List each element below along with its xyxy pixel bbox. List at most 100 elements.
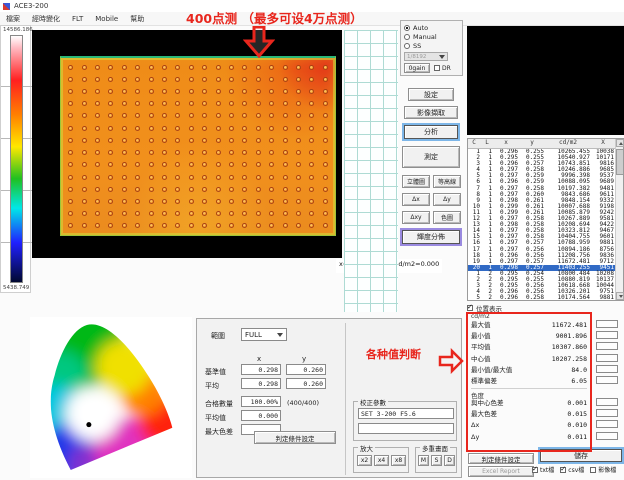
zoom-x4-button[interactable]: x4 xyxy=(374,455,389,466)
measure-point-dot xyxy=(309,150,314,155)
image-file-checkbox[interactable]: 影像檔 xyxy=(590,465,616,474)
delta-xy-button[interactable]: Δxy xyxy=(402,211,430,224)
measure-point-dot xyxy=(135,65,140,70)
settings-button[interactable]: 設定 xyxy=(408,88,454,101)
multi-m-button[interactable]: M xyxy=(418,455,429,466)
measure-point-dot xyxy=(82,113,87,118)
measure-point-dot xyxy=(162,89,167,94)
measure-point-dot xyxy=(242,187,247,192)
measure-button[interactable]: 測定 xyxy=(402,146,460,168)
color-map-button[interactable]: 色圖 xyxy=(433,211,461,224)
measure-point-dot xyxy=(162,175,167,180)
image-capture-button[interactable]: 影像擷取 xyxy=(404,106,458,119)
average-x-field[interactable]: 0.298 xyxy=(241,378,281,389)
average-y-field[interactable]: 0.260 xyxy=(286,378,326,389)
table-cell: 9881 xyxy=(592,295,616,299)
luminance-distribution-button[interactable]: 輝度分佈 xyxy=(402,230,460,244)
scroll-thumb[interactable] xyxy=(616,149,624,175)
txt-file-checkbox[interactable]: txt檔 xyxy=(532,465,554,474)
calibration-value2-field[interactable] xyxy=(358,423,454,434)
position-display-checkbox[interactable]: 位置表示 xyxy=(467,303,502,313)
menu-help[interactable]: 幫助 xyxy=(130,14,144,24)
measure-point-dot xyxy=(82,162,87,167)
dr-checkbox[interactable]: DR xyxy=(434,65,451,72)
multi-s-button[interactable]: S xyxy=(431,455,442,466)
average-diff-field[interactable]: 0.000 xyxy=(241,410,281,421)
menu-file[interactable]: 檔案 xyxy=(6,14,20,24)
annotation-down-arrow xyxy=(243,26,275,58)
table-row[interactable]: 520.2960.25810174.5649881 xyxy=(468,295,623,299)
column-header: C xyxy=(468,139,482,148)
measure-point-dot xyxy=(149,65,154,70)
stat-value: 0.011 xyxy=(567,432,587,443)
measure-point-dot xyxy=(149,113,154,118)
measure-point-dot xyxy=(269,187,274,192)
measure-point-dot xyxy=(269,175,274,180)
excel-report-button[interactable]: Excel Report xyxy=(468,466,534,477)
radio-auto[interactable]: Auto xyxy=(404,23,459,32)
stat-row: 與中心色差0.001 xyxy=(471,398,587,409)
stereo-view-button[interactable]: 立體圖 xyxy=(402,175,430,188)
measure-point-dot xyxy=(162,113,167,118)
measure-point-dot xyxy=(216,211,221,216)
stat-value: 11672.481 xyxy=(552,320,587,331)
range-label: 範圍 xyxy=(211,331,225,341)
measure-point-dot xyxy=(323,211,328,216)
heatmap-viewport[interactable] xyxy=(32,30,342,258)
measure-point-dot xyxy=(216,101,221,106)
menu-mobile[interactable]: Mobile xyxy=(95,15,118,23)
measure-point-dot xyxy=(283,199,288,204)
measure-point-dot xyxy=(135,126,140,131)
measure-point-dot xyxy=(309,138,314,143)
stat-row: 標準偏差6.05 xyxy=(471,376,587,387)
measure-point-dot xyxy=(309,113,314,118)
stat-label: 與中心色差 xyxy=(471,398,504,409)
csv-file-checkbox[interactable]: csv檔 xyxy=(560,465,584,474)
delta-x-button[interactable]: Δx xyxy=(402,193,430,206)
measure-point-dot xyxy=(149,187,154,192)
measure-point-dot xyxy=(256,199,261,204)
pass-percent-field[interactable]: 100.00% xyxy=(241,396,281,407)
scroll-down-icon[interactable] xyxy=(616,292,624,300)
measure-point-dot xyxy=(323,77,328,82)
shutter-select[interactable]: 1/8192 xyxy=(404,52,448,61)
measure-point-dot xyxy=(202,211,207,216)
measure-point-dot xyxy=(149,89,154,94)
radio-manual[interactable]: Manual xyxy=(404,32,459,41)
menu-flt[interactable]: FLT xyxy=(72,15,83,23)
judge-condition-button[interactable]: 判定條件設定 xyxy=(468,453,534,464)
table-scrollbar[interactable] xyxy=(615,139,623,300)
multi-screen-group: 多重畫面 M S D xyxy=(415,447,457,473)
measure-point-dot xyxy=(323,126,328,131)
measure-point-dot xyxy=(256,65,261,70)
menu-time-change[interactable]: 經時變化 xyxy=(32,14,60,24)
luminance-heatmap[interactable] xyxy=(60,56,336,236)
measure-point-dot xyxy=(283,162,288,167)
analyze-button[interactable]: 分析 xyxy=(404,125,458,139)
gain-button[interactable]: 0gain xyxy=(404,63,430,73)
range-select[interactable]: FULL xyxy=(241,328,287,341)
measure-point-dot xyxy=(216,65,221,70)
measure-point-dot xyxy=(229,150,234,155)
measure-point-dot xyxy=(95,77,100,82)
column-header: cd/m2 xyxy=(546,139,592,148)
save-button[interactable]: 儲存 xyxy=(540,449,622,462)
measure-point-dot xyxy=(108,150,113,155)
contour-button[interactable]: 等高線 xyxy=(433,175,461,188)
reference-y-field[interactable]: 0.260 xyxy=(286,364,326,375)
calibration-value-field[interactable]: SET 3-200 F5.6 xyxy=(358,408,454,419)
reference-x-field[interactable]: 0.298 xyxy=(241,364,281,375)
multi-d-button[interactable]: D xyxy=(444,455,455,466)
scroll-up-icon[interactable] xyxy=(616,139,624,147)
judge-condition-button-left[interactable]: 判定條件設定 xyxy=(254,431,336,444)
delta-y-button[interactable]: Δy xyxy=(433,193,461,206)
measure-point-dot xyxy=(122,126,127,131)
zoom-x2-button[interactable]: x2 xyxy=(357,455,372,466)
zoom-x8-button[interactable]: x8 xyxy=(391,455,406,466)
radio-ss[interactable]: SS xyxy=(404,41,459,50)
measure-point-dot xyxy=(149,211,154,216)
radio-icon xyxy=(404,43,410,49)
measure-point-dot xyxy=(309,126,314,131)
cie-chromaticity-diagram[interactable] xyxy=(30,317,192,478)
measure-point-dot xyxy=(122,162,127,167)
